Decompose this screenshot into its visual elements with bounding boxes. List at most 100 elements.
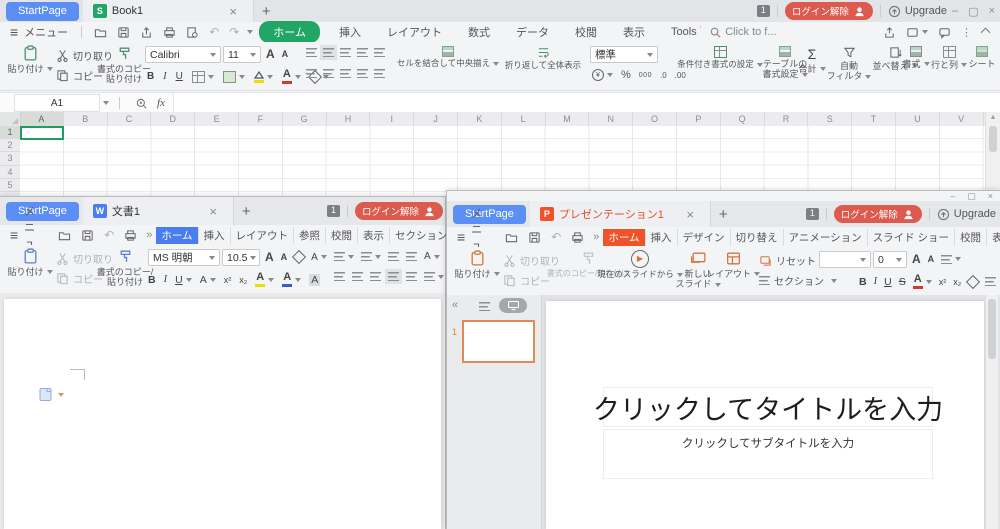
text-direction-icon[interactable]: A: [424, 251, 440, 262]
open-icon[interactable]: [58, 229, 71, 242]
subscript-icon[interactable]: x₂: [953, 277, 961, 287]
fill-color-icon[interactable]: [254, 71, 273, 83]
outline-view-icon[interactable]: [479, 302, 490, 311]
print-icon[interactable]: [124, 229, 137, 242]
clear-format-icon[interactable]: [966, 274, 980, 288]
ss-sheet-button[interactable]: シート: [964, 46, 1000, 69]
open-icon[interactable]: [94, 26, 107, 39]
ss-search-box[interactable]: Click to f...: [709, 26, 776, 39]
number-list-icon[interactable]: [361, 252, 381, 261]
underline-icon[interactable]: U: [175, 274, 192, 286]
notification-badge[interactable]: 1: [327, 205, 340, 217]
menu-item[interactable]: アニメーション: [784, 229, 868, 246]
ss-vscrollbar[interactable]: ▲: [985, 112, 1000, 196]
column-header[interactable]: V: [940, 112, 984, 126]
column-header[interactable]: J: [414, 112, 458, 126]
slide-canvas[interactable]: クリックしてタイトルを入力 クリックしてサブタイトルを入力: [546, 301, 984, 529]
menu-item[interactable]: 参照: [294, 227, 326, 244]
pp-play-current-button[interactable]: ▶ 現在のスライドから: [607, 250, 673, 280]
bullet-list-icon[interactable]: [334, 252, 354, 261]
maximize-icon[interactable]: ▢: [963, 5, 983, 18]
namebox-dropdown-icon[interactable]: [103, 101, 109, 105]
menu-item[interactable]: レイアウト: [374, 22, 455, 42]
open-icon[interactable]: [505, 231, 518, 244]
pp-font-size-select[interactable]: 0: [873, 251, 907, 268]
wr-tab-startpage[interactable]: StartPage: [6, 202, 79, 221]
new-tab-icon[interactable]: +: [234, 203, 259, 220]
font-color-icon[interactable]: A: [282, 272, 301, 287]
italic-icon[interactable]: I: [164, 274, 168, 285]
decrease-indent-icon[interactable]: [357, 48, 368, 57]
wr-font-select[interactable]: MS 明朝: [148, 249, 220, 266]
pp-logout-button[interactable]: ログイン解除: [834, 205, 922, 223]
new-tab-icon[interactable]: +: [711, 206, 736, 223]
align-left-icon[interactable]: [985, 277, 996, 286]
close-window-icon[interactable]: ×: [984, 5, 1000, 17]
ss-font-size-select[interactable]: 11: [223, 46, 261, 63]
select-all-corner[interactable]: [0, 112, 21, 127]
italic-icon[interactable]: I: [874, 276, 878, 287]
ss-tab-book1[interactable]: S Book1 ×: [83, 0, 254, 22]
align-center-icon[interactable]: [323, 69, 334, 78]
thousands-separator-icon[interactable]: 000: [639, 72, 652, 79]
cell-name-box[interactable]: A1: [14, 94, 100, 112]
superscript-icon[interactable]: x²: [224, 275, 232, 285]
superscript-icon[interactable]: x²: [939, 277, 947, 287]
column-header[interactable]: A: [20, 112, 64, 126]
font-color-icon[interactable]: A: [913, 274, 932, 289]
underline-icon[interactable]: U: [176, 71, 183, 82]
ss-font-select[interactable]: Calibri: [145, 46, 221, 63]
align-right-icon[interactable]: [370, 272, 381, 281]
increase-indent-icon[interactable]: [406, 252, 417, 261]
justify-icon[interactable]: [357, 69, 368, 78]
export-icon[interactable]: [140, 26, 153, 39]
bold-icon[interactable]: B: [148, 274, 156, 286]
pp-tab-doc[interactable]: P プレゼンテーション1 ×: [530, 201, 711, 227]
close-tab-icon[interactable]: ×: [203, 204, 223, 219]
shrink-font-icon[interactable]: A: [282, 49, 289, 59]
char-border-icon[interactable]: A: [200, 274, 216, 286]
pane-icon[interactable]: [906, 26, 928, 39]
column-header[interactable]: M: [546, 112, 590, 126]
undo-icon[interactable]: ↶: [104, 228, 114, 242]
align-bottom-icon[interactable]: [340, 48, 351, 57]
line-spacing-icon[interactable]: [406, 272, 417, 281]
increase-indent-icon[interactable]: [374, 48, 385, 57]
increase-decimal-icon[interactable]: .0: [660, 71, 667, 80]
pp-vscrollbar[interactable]: [985, 295, 998, 529]
wr-tab-doc[interactable]: W 文書1 ×: [83, 197, 234, 225]
slide-view-toggle[interactable]: [499, 298, 527, 313]
menu-item[interactable]: 挿入: [199, 227, 231, 244]
scroll-up-icon[interactable]: ▲: [986, 112, 1000, 124]
wr-paste-button[interactable]: 貼り付け: [8, 248, 52, 277]
char-settings-icon[interactable]: A: [311, 252, 327, 263]
subscript-icon[interactable]: x₂: [239, 275, 247, 285]
align-left-icon[interactable]: [334, 272, 345, 281]
selected-cell-a1[interactable]: [20, 126, 64, 140]
hamburger-icon[interactable]: ≡: [10, 24, 18, 40]
grow-font-icon[interactable]: A: [266, 47, 275, 61]
bold-icon[interactable]: B: [859, 276, 867, 288]
strikethrough-icon[interactable]: S: [899, 276, 906, 288]
grow-font-icon[interactable]: A: [912, 252, 921, 266]
menu-item[interactable]: スライド ショー: [868, 229, 955, 246]
pp-paste-button[interactable]: 貼り付け: [455, 250, 499, 279]
pp-section-button[interactable]: セクション: [759, 273, 837, 288]
menu-item[interactable]: 表示: [987, 229, 1000, 246]
column-header[interactable]: F: [239, 112, 283, 126]
menu-item[interactable]: ホーム: [603, 229, 645, 246]
ss-menu-button[interactable]: メニュー: [24, 24, 68, 40]
notification-badge[interactable]: 1: [806, 208, 819, 220]
pp-layout-button[interactable]: レイアウト: [709, 250, 757, 279]
decrease-indent-icon[interactable]: [388, 252, 399, 261]
column-header[interactable]: E: [195, 112, 239, 126]
currency-icon[interactable]: ¥: [592, 69, 613, 81]
grow-font-icon[interactable]: A: [265, 250, 274, 264]
column-header[interactable]: N: [589, 112, 633, 126]
menu-item[interactable]: セクション: [390, 227, 454, 244]
shrink-font-icon[interactable]: A: [281, 252, 288, 262]
notification-badge[interactable]: 1: [757, 5, 770, 17]
column-header[interactable]: U: [896, 112, 940, 126]
column-header[interactable]: O: [633, 112, 677, 126]
column-header[interactable]: L: [502, 112, 546, 126]
